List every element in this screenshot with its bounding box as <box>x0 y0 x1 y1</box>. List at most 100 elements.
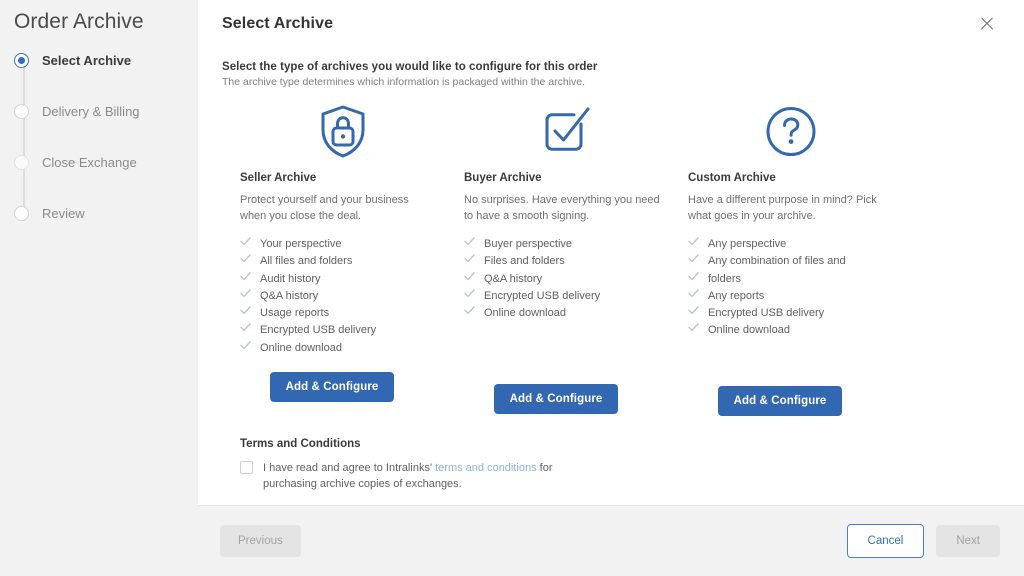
check-icon <box>688 323 701 332</box>
card-title: Custom Archive <box>688 172 776 184</box>
intro-heading: Select the type of archives you would li… <box>222 61 598 73</box>
terms-agree-checkbox[interactable] <box>240 460 253 474</box>
feature-label: folders <box>708 272 742 285</box>
card-description: No surprises. Have everything you need t… <box>464 194 660 222</box>
check-icon <box>688 306 701 315</box>
feature-label: All files and folders <box>260 255 353 268</box>
close-icon[interactable] <box>976 13 998 35</box>
feature-label: Any reports <box>708 289 765 302</box>
check-icon <box>464 306 477 315</box>
check-icon <box>688 237 701 246</box>
add-configure-buyer-button[interactable]: Add & Configure <box>493 384 619 415</box>
check-icon <box>688 254 701 263</box>
feature-item: Any combination of files and <box>688 253 894 269</box>
card-feature-list: Your perspective All files and folders A… <box>240 236 446 356</box>
check-icon <box>240 254 253 263</box>
feature-label: Online download <box>484 307 566 320</box>
feature-label: Online download <box>708 324 790 337</box>
feature-item: Any reports <box>688 288 894 304</box>
modal-footer: Previous Cancel Next <box>198 505 1024 576</box>
wizard-stepper: Select Archive Delivery & Billing Close … <box>0 50 198 223</box>
feature-item: Encrypted USB delivery <box>688 305 894 321</box>
feature-label: Audit history <box>260 272 321 285</box>
card-feature-list: Any perspective Any combination of files… <box>688 236 894 339</box>
sidebar-step-select-archive[interactable]: Select Archive <box>14 50 198 70</box>
check-icon <box>464 271 477 281</box>
archive-card-custom: Custom Archive Have a different purpose … <box>670 100 894 416</box>
feature-item: Encrypted USB delivery <box>240 322 446 338</box>
check-icon <box>464 254 477 263</box>
check-icon <box>240 271 253 281</box>
check-icon <box>240 306 253 315</box>
sidebar-step-close-exchange[interactable]: Close Exchange <box>14 152 198 172</box>
feature-label: Usage reports <box>260 307 330 320</box>
card-title: Buyer Archive <box>464 172 542 184</box>
modal-body: Select Archive Select the type of archiv… <box>198 0 1024 505</box>
check-icon <box>688 289 701 298</box>
add-configure-seller-button[interactable]: Add & Configure <box>269 371 395 402</box>
select-archive-modal: Select Archive Select the type of archiv… <box>198 0 1024 576</box>
check-icon <box>240 340 253 350</box>
sidebar-step-label: Delivery & Billing <box>42 103 140 119</box>
sidebar-step-review[interactable]: Review <box>14 203 198 223</box>
next-button[interactable]: Next <box>936 525 1000 557</box>
feature-label: Encrypted USB delivery <box>260 324 377 337</box>
check-icon <box>464 289 477 298</box>
sidebar-step-label: Review <box>42 205 85 221</box>
check-icon <box>240 237 253 246</box>
order-archive-wizard: Order Archive Select Archive Delivery & … <box>0 0 1024 576</box>
modal-title: Select Archive <box>222 15 334 32</box>
feature-item: Q&A history <box>240 288 446 304</box>
feature-item: Online download <box>464 305 670 321</box>
archive-card-buyer: Buyer Archive No surprises. Have everyth… <box>446 100 670 416</box>
modal-intro: Select the type of archives you would li… <box>222 61 1000 88</box>
card-action: Add & Configure <box>464 384 670 415</box>
feature-item: Buyer perspective <box>464 236 670 252</box>
sidebar-step-delivery-billing[interactable]: Delivery & Billing <box>14 101 198 121</box>
feature-label: Q&A history <box>484 272 543 285</box>
feature-item: Files and folders <box>464 253 670 269</box>
archive-card-seller: Seller Archive Protect yourself and your… <box>222 100 446 416</box>
checkbox-check-icon <box>464 100 670 162</box>
feature-item: Online download <box>240 340 446 356</box>
feature-item: Any perspective <box>688 236 894 252</box>
feature-item: Usage reports <box>240 305 446 321</box>
cancel-button[interactable]: Cancel <box>846 524 925 558</box>
sidebar-step-label: Close Exchange <box>42 154 137 170</box>
add-configure-custom-button[interactable]: Add & Configure <box>717 385 843 416</box>
feature-item: Q&A history <box>464 271 670 287</box>
feature-item: folders <box>688 271 894 287</box>
feature-label: Any combination of files and <box>708 255 846 268</box>
feature-label: Q&A history <box>260 289 319 302</box>
card-title: Seller Archive <box>240 172 317 184</box>
feature-item: Your perspective <box>240 236 446 252</box>
intro-subtext: The archive type determines which inform… <box>222 76 586 88</box>
feature-label: Files and folders <box>484 255 565 268</box>
shield-lock-icon <box>240 100 446 162</box>
previous-button[interactable]: Previous <box>220 525 301 557</box>
terms-and-conditions-section: Terms and Conditions I have read and agr… <box>222 438 1000 493</box>
feature-item: All files and folders <box>240 253 446 269</box>
step-indicator-icon <box>14 154 29 170</box>
feature-label: Buyer perspective <box>484 238 573 250</box>
feature-item: Encrypted USB delivery <box>464 288 670 304</box>
feature-label: Any perspective <box>708 238 787 250</box>
card-action: Add & Configure <box>240 371 446 402</box>
stepper-connector-line <box>23 66 25 221</box>
feature-label: Online download <box>260 341 342 354</box>
page-title: Order Archive <box>14 10 144 33</box>
card-feature-list: Buyer perspective Files and folders Q&A … <box>464 236 670 321</box>
feature-item: Audit history <box>240 271 446 287</box>
step-indicator-icon <box>14 103 29 119</box>
check-icon <box>240 323 253 332</box>
feature-label: Encrypted USB delivery <box>708 307 825 320</box>
archive-type-cards: Seller Archive Protect yourself and your… <box>222 100 1000 416</box>
wizard-sidebar: Order Archive Select Archive Delivery & … <box>0 0 198 576</box>
step-indicator-icon <box>14 52 29 68</box>
step-indicator-icon <box>14 205 29 221</box>
terms-and-conditions-link[interactable]: terms and conditions <box>435 462 537 474</box>
terms-agreement-row: I have read and agree to Intralinks' ter… <box>240 460 1000 493</box>
feature-label: Encrypted USB delivery <box>484 289 601 302</box>
terms-heading: Terms and Conditions <box>240 437 361 450</box>
card-description: Have a different purpose in mind? Pick w… <box>688 194 877 222</box>
